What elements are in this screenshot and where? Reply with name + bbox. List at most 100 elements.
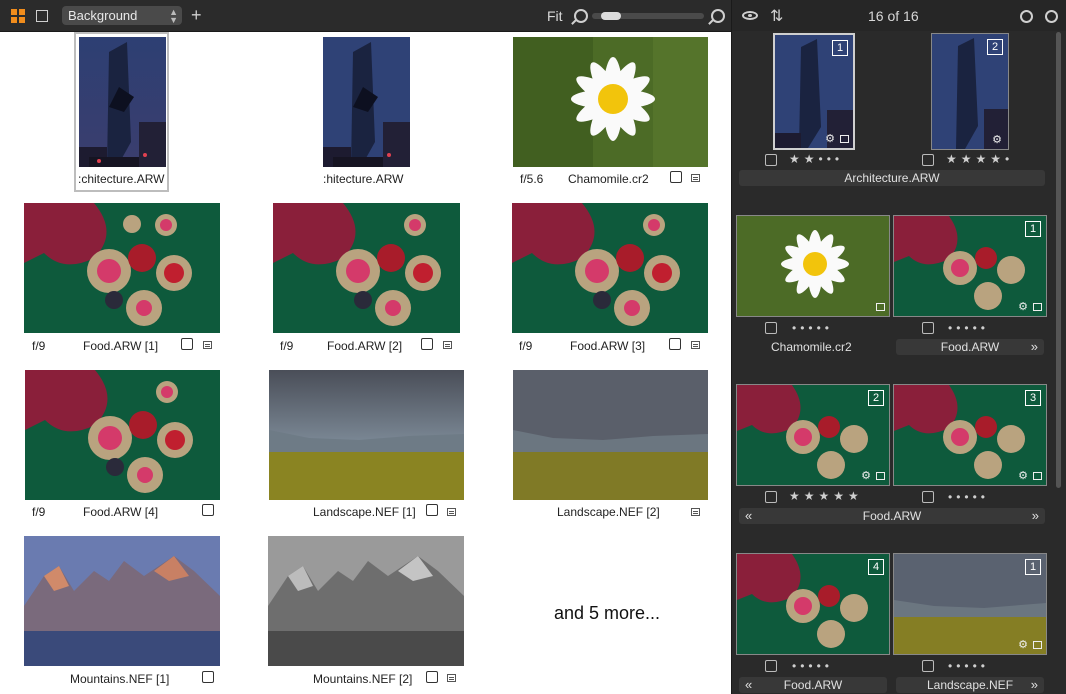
search-icon[interactable] [1020,10,1033,23]
sort-icon[interactable]: ⇅ [770,6,783,26]
stack-label: Food.ARW [783,678,843,692]
select-checkbox[interactable] [765,154,777,166]
filename-label: Mountains.NEF [2] [313,672,413,686]
note-icon [876,303,885,311]
select-checkbox[interactable] [765,491,777,503]
panel-thumb-food-4[interactable]: 4 [736,553,890,655]
collection-select[interactable]: Background ▲ ▼ [62,6,182,25]
stack-label-bar[interactable]: « Food.ARW [739,677,887,693]
scrollbar[interactable] [1056,32,1061,488]
rating-stars[interactable]: ••••• [948,321,989,335]
select-checkbox[interactable] [202,671,214,683]
filename-label: Landscape.NEF [2] [557,505,660,519]
rating-stars[interactable]: ★★••• [789,152,843,166]
select-checkbox[interactable] [922,154,934,166]
panel-thumb-architecture-1[interactable]: 1 ⚙ [773,33,855,150]
select-checkbox[interactable] [670,171,682,183]
filename-label: Landscape.NEF [1] [313,505,416,519]
rating-stars[interactable]: ••••• [948,659,989,673]
select-checkbox[interactable] [922,322,934,334]
zoom-in-icon[interactable] [711,9,725,23]
fit-label[interactable]: Fit [547,8,563,24]
stack-badge: 1 [832,40,848,56]
adjustments-icon: ⚙ [825,133,835,145]
panel-thumb-food-2[interactable]: 2 ⚙ [736,384,890,486]
zoom-icon[interactable] [1045,10,1058,23]
select-checkbox[interactable] [426,671,438,683]
eye-icon[interactable] [742,11,758,20]
add-icon[interactable]: + [191,5,202,25]
stack-label-bar[interactable]: Architecture.ARW [739,170,1045,186]
filename-label: Food.ARW [1] [83,339,159,353]
expand-stack-icon[interactable]: » [1031,677,1038,693]
select-checkbox[interactable] [922,660,934,672]
stack-label-bar[interactable]: Food.ARW » [896,339,1044,355]
thumb-food-1[interactable] [24,203,220,333]
rating-stars[interactable]: ••••• [792,321,833,335]
select-checkbox[interactable] [202,504,214,516]
note-icon [691,174,700,182]
panel-thumb-landscape[interactable]: 1 ⚙ [893,553,1047,655]
aperture-label: f/9 [32,339,46,353]
browser-toolbar: Background ▲ ▼ + Fit [0,0,731,32]
thumb-landscape-2[interactable] [513,370,708,500]
filmstrip-panel: ⇅ 16 of 16 1 ⚙ ★★••• 2 ⚙ ★★★★• Architect… [731,0,1066,694]
stack-badge: 3 [1025,390,1041,406]
panel-thumb-food-3[interactable]: 3 ⚙ [893,384,1047,486]
select-checkbox[interactable] [765,660,777,672]
stack-label: Food.ARW [940,340,1000,354]
panel-thumb-food-1[interactable]: 1 ⚙ [893,215,1047,317]
filename-label: :chitecture.ARW [78,172,165,186]
select-arrows-icon: ▼ [169,15,178,25]
adjustments-icon: ⚙ [1018,301,1028,313]
aperture-label: f/5.6 [520,172,544,186]
note-icon [443,341,452,349]
stack-badge: 4 [868,559,884,575]
thumb-mountains-2[interactable] [268,536,464,666]
expand-stack-icon[interactable]: » [1032,508,1039,524]
note-icon [1033,303,1042,311]
thumb-food-2[interactable] [273,203,460,333]
adjustments-icon: ⚙ [1018,470,1028,482]
panel-thumb-chamomile[interactable] [736,215,890,317]
collapse-stack-icon[interactable]: « [745,677,752,693]
select-checkbox[interactable] [426,504,438,516]
rating-stars[interactable]: ••••• [792,659,833,673]
stack-label-bar[interactable]: « Food.ARW » [739,508,1045,524]
rating-stars[interactable]: ••••• [948,490,989,504]
thumb-landscape-1[interactable] [269,370,464,500]
select-checkbox[interactable] [922,491,934,503]
thumb-food-3[interactable] [512,203,708,333]
zoom-slider-knob[interactable] [601,12,621,20]
select-checkbox[interactable] [669,338,681,350]
thumb-mountains-1[interactable] [24,536,220,666]
collapse-stack-icon[interactable]: « [745,508,752,524]
zoom-slider[interactable] [592,12,704,20]
thumb-architecture-2[interactable] [323,37,410,167]
thumb-chamomile[interactable] [513,37,708,167]
note-icon [840,135,849,143]
filename-label: Food.ARW [3] [570,339,646,353]
note-icon [691,508,700,516]
expand-stack-icon[interactable]: » [1031,339,1038,355]
select-checkbox[interactable] [181,338,193,350]
stack-label-bar[interactable]: Landscape.NEF » [896,677,1044,693]
rating-stars[interactable]: ★★★★★ [789,489,863,503]
thumb-architecture-1[interactable] [79,37,166,167]
grid-view-icon[interactable] [11,9,25,23]
rating-stars[interactable]: ★★★★• [946,152,1013,166]
aperture-label: f/9 [519,339,533,353]
note-icon [447,508,456,516]
thumb-food-4[interactable] [25,370,220,500]
select-checkbox[interactable] [421,338,433,350]
note-icon [1033,641,1042,649]
aperture-label: f/9 [32,505,46,519]
stack-badge: 2 [868,390,884,406]
select-checkbox[interactable] [765,322,777,334]
panel-thumb-architecture-2[interactable]: 2 ⚙ [931,33,1009,150]
adjustments-icon: ⚙ [1018,639,1028,651]
filename-label: Mountains.NEF [1] [70,672,170,686]
single-view-icon[interactable] [36,10,48,22]
image-count: 16 of 16 [868,8,919,24]
zoom-out-icon[interactable] [574,9,588,23]
